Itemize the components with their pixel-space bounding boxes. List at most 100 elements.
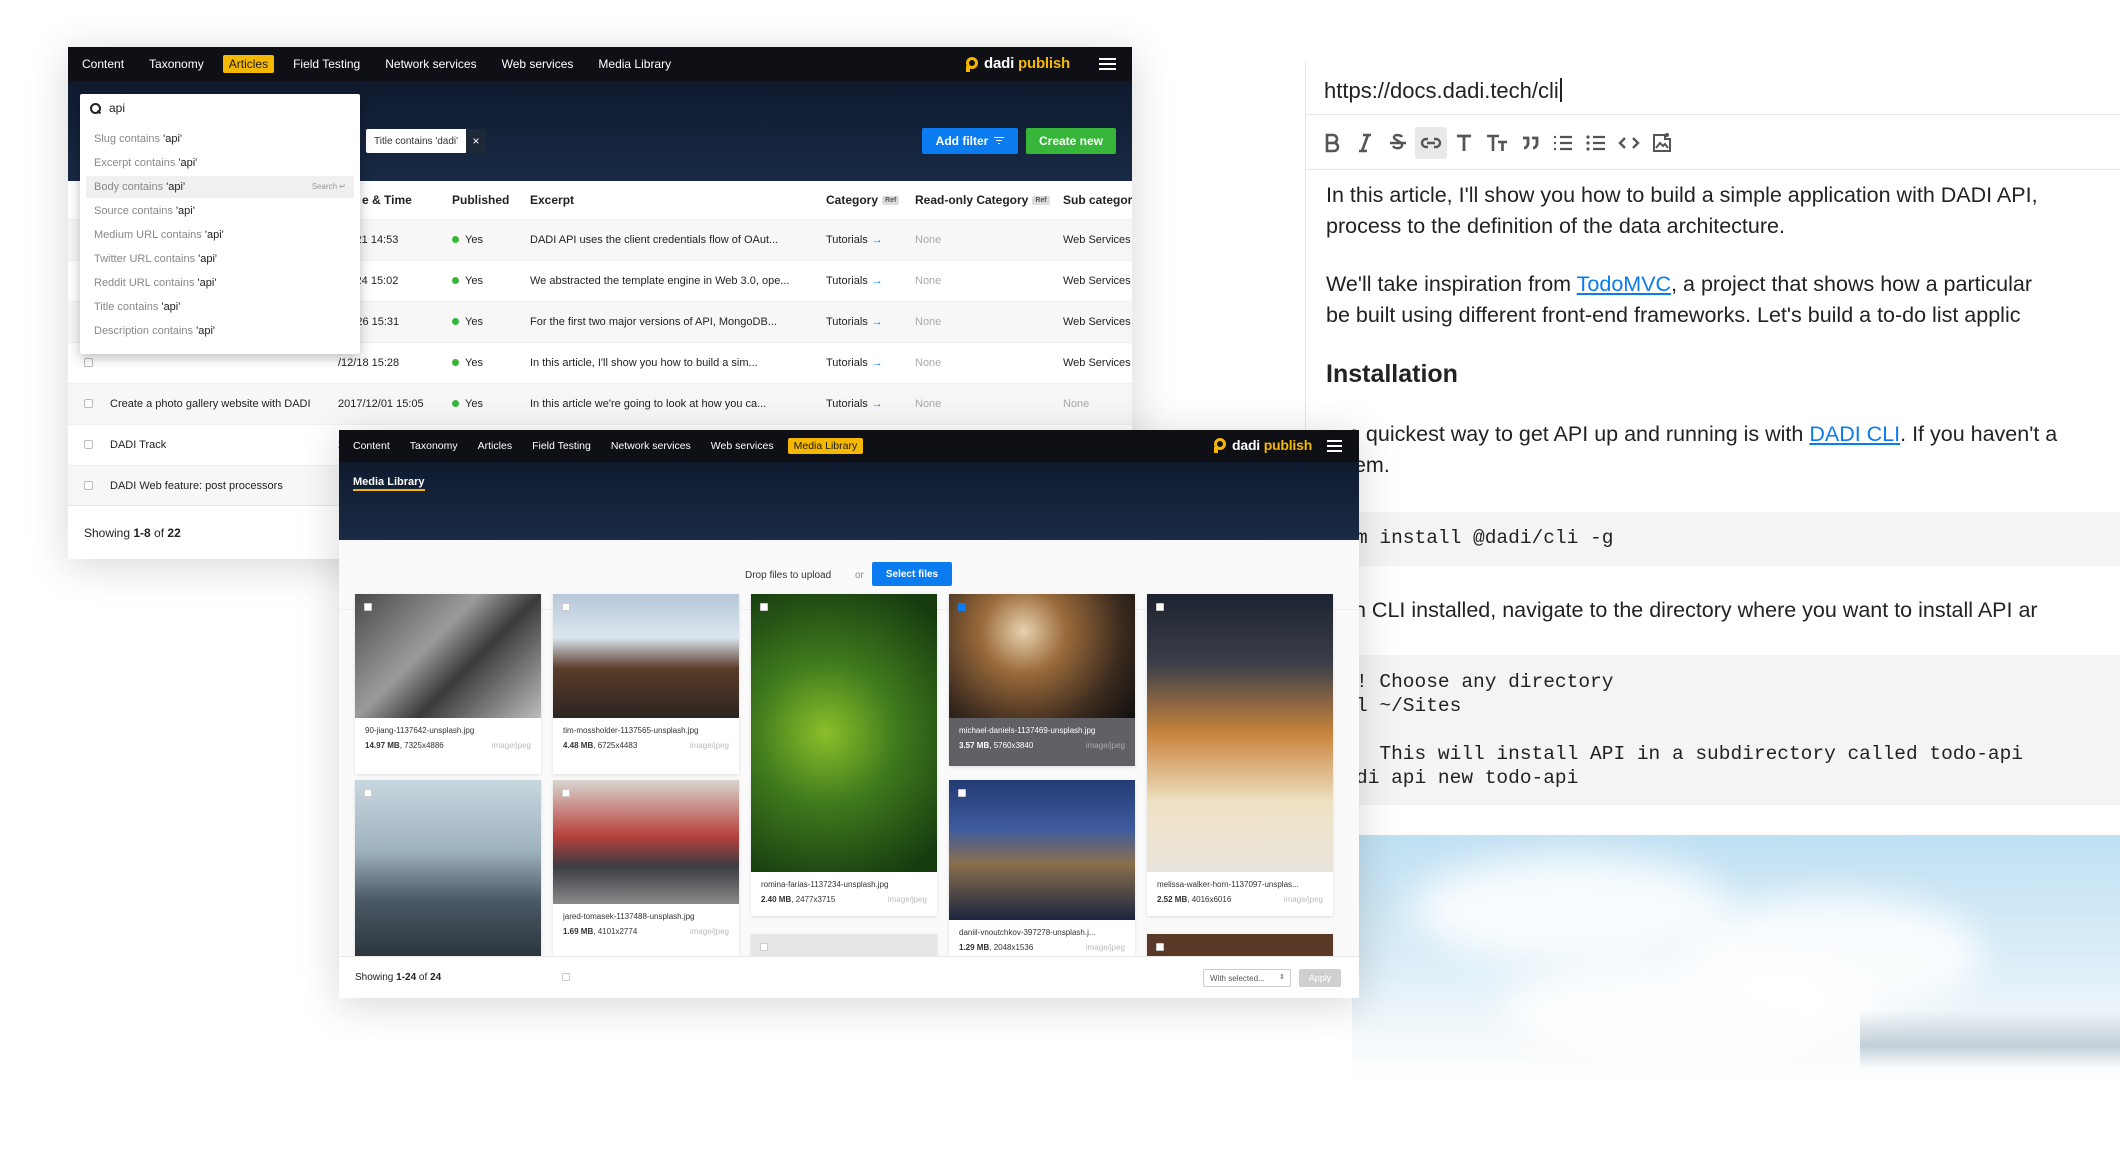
ordered-list-icon[interactable] [1547,127,1579,159]
italic-icon[interactable] [1349,127,1381,159]
row-checkbox[interactable] [84,481,93,490]
row-sub-category: Web Services [1063,316,1131,328]
arrow-right-icon: → [871,316,883,328]
search-suggestion[interactable]: Description contains 'api' [86,320,354,342]
image-icon[interactable] [1646,127,1678,159]
media-item[interactable]: daniil-vnoutchkov-397278-unsplash.j... 1.… [949,780,1135,960]
media-checkbox[interactable] [1156,603,1164,611]
row-category[interactable]: Tutorials → [826,357,883,369]
search-suggestion[interactable]: Slug contains 'api' [86,128,354,150]
search-suggestion[interactable]: Reddit URL contains 'api' [86,272,354,294]
unordered-list-icon[interactable] [1580,127,1612,159]
bold-icon[interactable] [1316,127,1348,159]
row-checkbox[interactable] [84,358,93,367]
media-checkbox[interactable] [562,973,570,981]
nav-media-library[interactable]: Media Library [787,438,864,454]
media-item[interactable]: romina-farias-1137234-unsplash.jpg 2.40 M… [751,594,937,916]
media-item[interactable] [355,780,541,980]
media-item[interactable]: jared-tomasek-1137488-unsplash.jpg 1.69 M… [553,780,739,960]
media-checkbox[interactable] [364,789,372,797]
search-suggestion[interactable]: Medium URL contains 'api' [86,224,354,246]
nav-articles[interactable]: Articles [472,438,518,454]
nav-field-testing[interactable]: Field Testing [287,55,366,73]
nav-web-services[interactable]: Web services [705,438,780,454]
quote-icon[interactable] [1514,127,1546,159]
media-thumbnail [949,594,1135,718]
media-checkbox[interactable] [364,603,372,611]
nav-content[interactable]: Content [353,438,396,454]
row-checkbox[interactable] [84,399,93,408]
search-input[interactable] [109,101,309,115]
search-suggestion[interactable]: Source contains 'api' [86,200,354,222]
status-dot-icon [452,359,459,366]
media-type: image/jpeg [689,741,729,750]
add-filter-button[interactable]: Add filter [922,128,1018,154]
heading-installation: Installation [1326,360,1458,388]
media-checkbox[interactable] [760,943,768,951]
nav-content[interactable]: Content [82,55,130,73]
media-filename: jared-tomasek-1137488-unsplash.jpg [563,912,695,921]
col-sub-category[interactable]: Sub categor [1063,193,1132,207]
row-title[interactable]: Create a photo gallery website with DADI [110,398,350,410]
row-category[interactable]: Tutorials → [826,234,883,246]
link-icon[interactable] [1415,127,1447,159]
row-category[interactable]: Tutorials → [826,398,883,410]
remove-filter-icon[interactable]: × [466,129,487,153]
code-icon[interactable] [1613,127,1645,159]
text-size-icon[interactable] [1481,127,1513,159]
media-checkbox[interactable] [958,789,966,797]
search-suggestion[interactable]: Title contains 'api' [86,296,354,318]
search-suggestion[interactable]: Twitter URL contains 'api' [86,248,354,270]
search-suggestion[interactable]: Body contains 'api' Search ↵ [86,176,354,198]
nav-field-testing[interactable]: Field Testing [526,438,597,454]
media-item[interactable]: 90-jiang-1137642-unsplash.jpg 14.97 MB, 7… [355,594,541,774]
media-checkbox[interactable] [562,603,570,611]
row-category[interactable]: Tutorials → [826,275,883,287]
table-row[interactable]: Create a photo gallery website with DADI… [68,383,1132,424]
nav-taxonomy[interactable]: Taxonomy [143,55,210,73]
select-caret-icon: ⇕ [1279,974,1285,981]
menu-icon[interactable] [1099,58,1116,70]
row-excerpt: DADI API uses the client credentials flo… [530,234,779,246]
media-item[interactable]: michael-daniels-1137469-unsplash.jpg 3.57… [949,594,1135,766]
dadi-publish-logo[interactable]: dadi publish [966,55,1070,72]
media-item[interactable]: melissa-walker-horn-1137097-unsplas... 2.… [1147,594,1333,916]
col-date-time[interactable]: e & Time [362,193,412,207]
bulk-action-select[interactable]: With selected... ⇕ [1203,969,1291,987]
media-checkbox[interactable] [562,789,570,797]
col-category[interactable]: Category Ref [826,193,900,207]
todomvc-link[interactable]: TodoMVC [1577,272,1671,296]
row-category[interactable]: Tutorials → [826,316,883,328]
media-checkbox[interactable] [958,603,966,611]
dadi-publish-logo[interactable]: Contentdadi publish [1214,437,1312,453]
media-checkbox[interactable] [760,603,768,611]
media-item[interactable]: tim-mossholder-1137565-unsplash.jpg 4.48 … [553,594,739,774]
col-excerpt[interactable]: Excerpt [530,193,574,207]
nav-web-services[interactable]: Web services [496,55,580,73]
url-input[interactable]: https://docs.dadi.tech/cli [1324,78,1562,104]
nav-network-services[interactable]: Network services [605,438,697,454]
heading-icon[interactable] [1448,127,1480,159]
nav-media-library[interactable]: Media Library [592,55,677,73]
apply-button[interactable]: Apply [1299,969,1341,987]
row-checkbox[interactable] [84,440,93,449]
nav-network-services[interactable]: Network services [379,55,482,73]
col-readonly-category[interactable]: Read-only Category Ref [915,193,1050,207]
select-files-button[interactable]: Select files [872,562,952,586]
media-thumbnail [355,780,541,980]
search-suggestion[interactable]: Excerpt contains 'api' [86,152,354,174]
tab-media-library[interactable]: Media Library [353,476,425,491]
menu-icon[interactable] [1327,440,1342,452]
row-title[interactable]: DADI Track [110,439,350,451]
dadi-cli-link[interactable]: DADI CLI [1809,422,1900,446]
strikethrough-icon[interactable] [1382,127,1414,159]
media-type: image/jpeg [1085,943,1125,952]
media-size: 2.52 MB, 4016x6016 [1157,895,1232,904]
media-checkbox[interactable] [1156,943,1164,951]
nav-articles[interactable]: Articles [222,55,275,73]
create-new-button[interactable]: Create new [1026,128,1116,154]
row-title[interactable]: DADI Web feature: post processors [110,480,350,492]
filter-chip[interactable]: Title contains 'dadi' × [366,129,487,153]
col-published[interactable]: Published [452,193,509,207]
nav-taxonomy[interactable]: Taxonomy [404,438,464,454]
